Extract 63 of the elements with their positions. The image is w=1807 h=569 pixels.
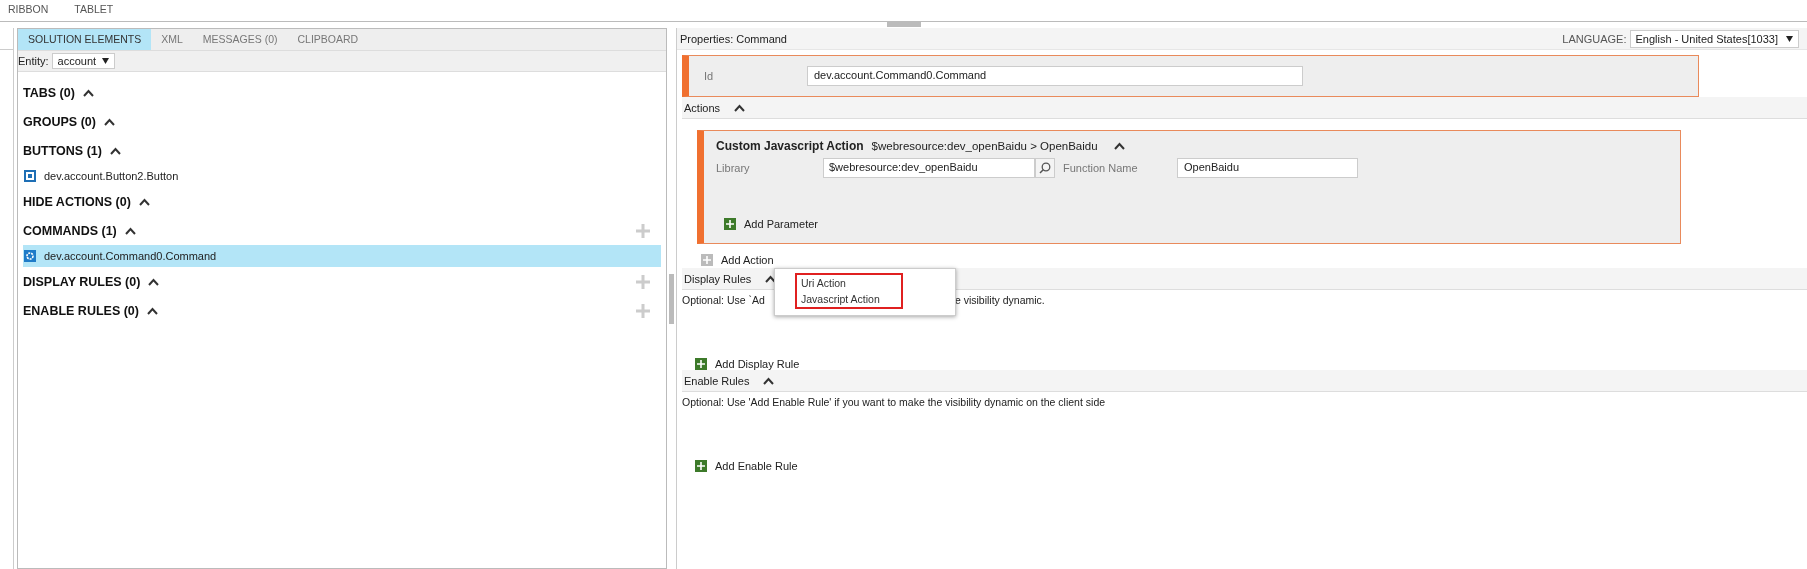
section-title: TABS (0) [23,85,75,100]
chevron-up-icon[interactable] [763,376,775,385]
chevron-up-icon[interactable] [103,117,115,126]
caret-icon [102,58,110,64]
properties-title: Properties: Command [680,32,787,45]
function-field[interactable]: OpenBaidu [1177,158,1358,178]
chevron-up-icon[interactable] [109,146,121,155]
item-label: dev.account.Command0.Command [44,250,217,262]
tab[interactable]: CLIPBOARD [287,29,369,50]
section-title: Enable Rules [684,374,750,387]
plus-icon [695,460,707,472]
language-label: LANGUAGE: [1562,32,1627,45]
add-parameter-button[interactable]: Add Parameter [724,218,818,230]
entity-label: Entity: [18,55,49,67]
field-label: Id [703,70,715,82]
chevron-up-icon[interactable] [148,277,160,286]
section-title: ENABLE RULES (0) [23,303,139,318]
section-title: Actions [684,101,721,114]
add-display-rule-button[interactable]: Add Display Rule [695,358,800,370]
menu-item[interactable]: TABLET [74,3,114,21]
caret-icon [1786,35,1793,42]
add-action-button[interactable]: Add Action [701,254,774,266]
splitter-handle[interactable] [669,273,674,324]
tab[interactable]: XML [151,29,193,50]
menu-item[interactable]: Javascript Action [801,293,901,305]
add-enable-rule-button[interactable]: Add Enable Rule [695,460,798,472]
id-field[interactable]: dev.account.Command0.Command [807,66,1303,86]
hint-text: Optional: Use 'Add Enable Rule' if you want to make the visibility dynamic on the client side [682,396,1106,408]
plus-icon [724,218,736,230]
field-label: Library [716,162,751,174]
menu-item[interactable]: Uri Action [801,277,901,289]
search-icon [1039,162,1051,174]
tree-item[interactable]: dev.account.Button2.Button [23,165,661,187]
splitter-handle[interactable] [886,22,921,27]
gear-icon [24,250,36,262]
menu-item[interactable]: RIBBON [8,3,49,21]
action-title: Custom Javascript Action [716,139,864,153]
entity-select[interactable]: account [51,53,116,69]
chevron-up-icon[interactable] [124,226,136,235]
section-title: BUTTONS (1) [23,143,102,158]
hint-text: Optional: Use `Ad [682,294,765,306]
library-field[interactable]: $webresource:dev_openBaidu [823,158,1035,178]
language-select[interactable]: English - United States[1033] [1629,29,1799,48]
chevron-up-icon[interactable] [147,306,158,315]
section-title: HIDE ACTIONS (0) [23,194,131,209]
tree-item[interactable]: dev.account.Command0.Command [23,245,661,267]
chevron-up-icon[interactable] [734,103,746,112]
action-summary: $webresource:dev_openBaidu > OpenBaidu [871,140,1098,152]
field-label: Function Name [1062,162,1139,174]
button-icon [24,170,36,182]
section-title: Display Rules [684,272,752,285]
section-title: DISPLAY RULES (0) [23,274,141,289]
section-title: COMMANDS (1) [23,223,117,238]
plus-icon [701,254,713,266]
item-label: dev.account.Button2.Button [44,170,179,182]
hint-text: e visibility dynamic. [954,294,1045,306]
section-title: GROUPS (0) [23,114,96,129]
tab[interactable]: MESSAGES (0) [192,29,288,50]
search-button[interactable] [1035,158,1055,178]
chevron-up-icon[interactable] [138,197,150,206]
chevron-up-icon[interactable] [1113,142,1125,150]
chevron-up-icon[interactable] [82,88,94,97]
tab[interactable]: SOLUTION ELEMENTS [18,29,152,50]
